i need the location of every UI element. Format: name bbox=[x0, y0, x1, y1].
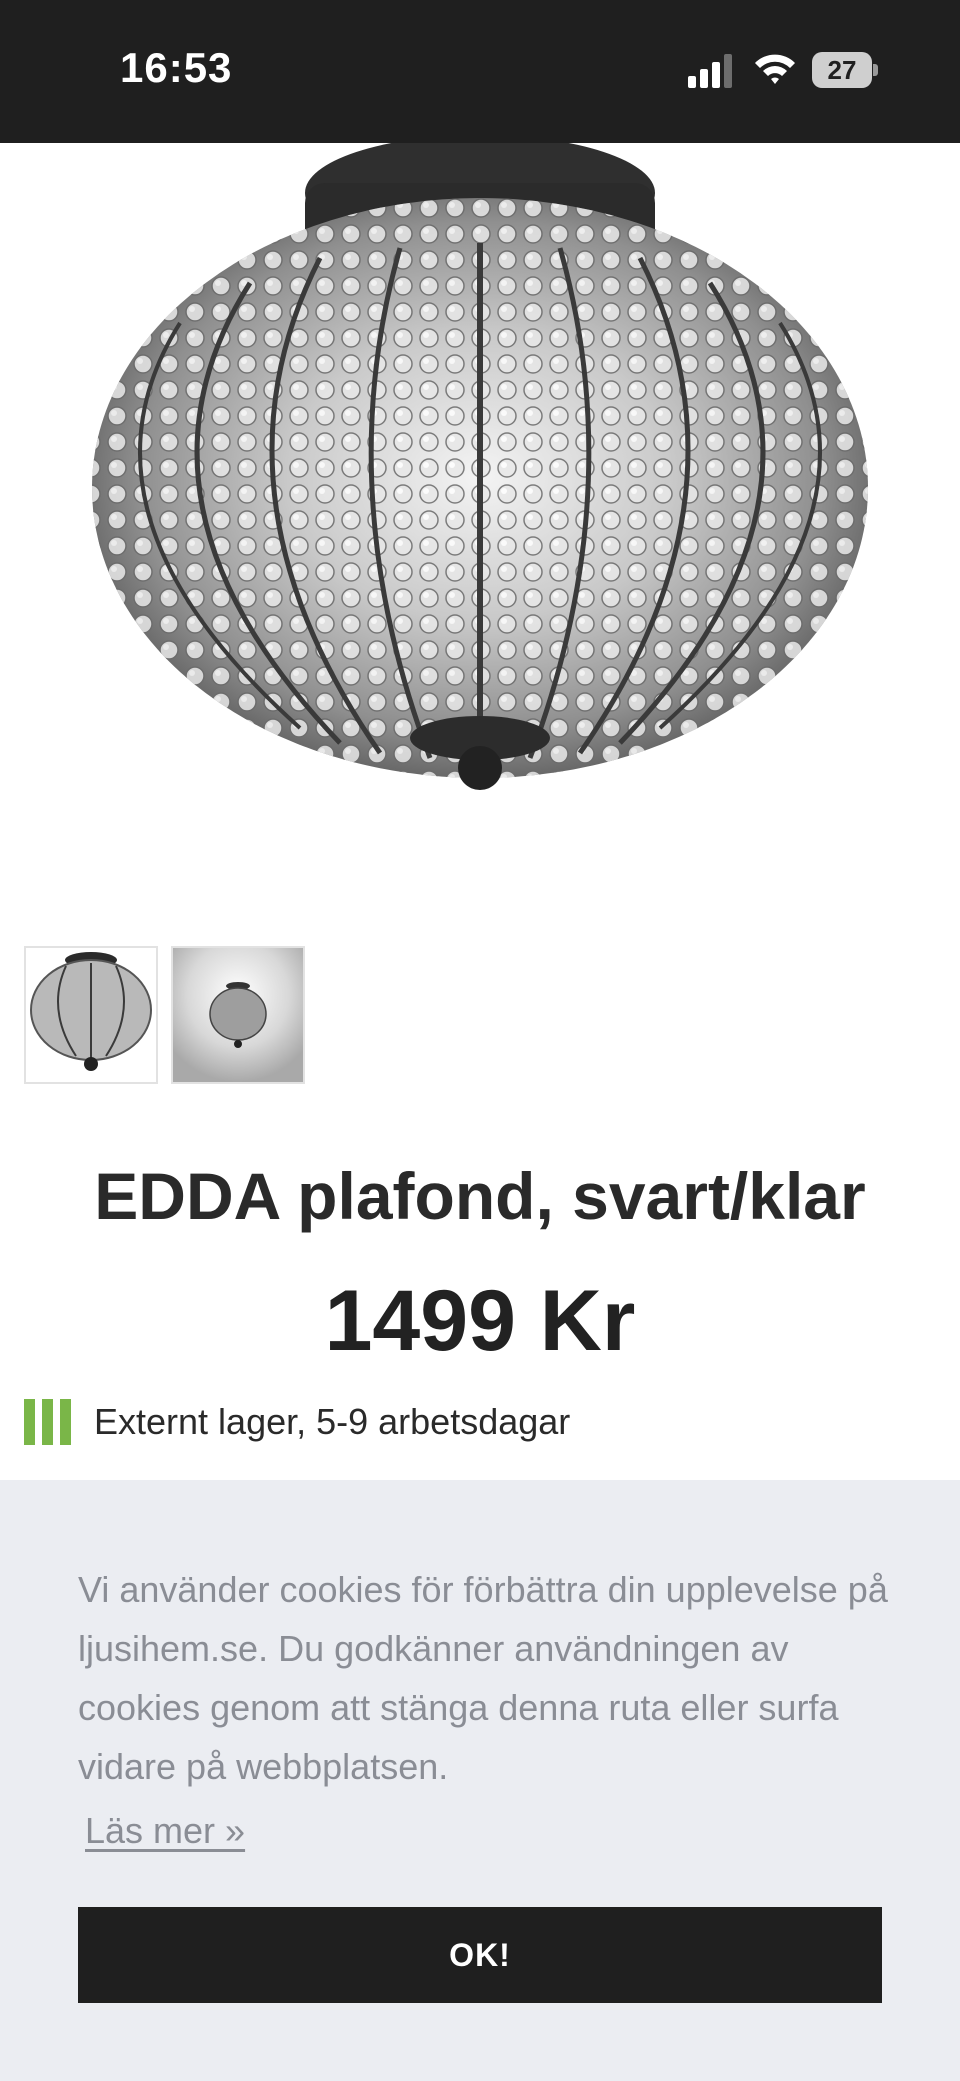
ok-button[interactable]: OK! bbox=[78, 1907, 882, 2003]
cookie-banner: Vi använder cookies för förbättra din up… bbox=[0, 1480, 960, 2081]
product-image[interactable] bbox=[0, 143, 960, 923]
stock-text: Externt lager, 5-9 arbetsdagar bbox=[94, 1401, 571, 1442]
wifi-icon bbox=[752, 50, 798, 88]
status-time: 16:53 bbox=[120, 44, 233, 91]
cookie-text: Vi använder cookies för förbättra din up… bbox=[78, 1569, 888, 1787]
product-price: 1499 Kr bbox=[324, 1273, 636, 1369]
thumbnail-1[interactable] bbox=[24, 946, 158, 1084]
lamp-thumbnail bbox=[30, 952, 152, 1071]
stock-status: Externt lager, 5-9 arbetsdagar bbox=[24, 1398, 570, 1446]
stock-bars-icon bbox=[24, 1399, 74, 1445]
battery-level: 27 bbox=[827, 55, 857, 85]
product-title: EDDA plafond, svart/klar bbox=[94, 1159, 866, 1233]
battery-icon: 27 bbox=[812, 52, 878, 88]
thumbnail-2[interactable] bbox=[171, 946, 305, 1084]
lamp-lit-thumbnail bbox=[173, 948, 303, 1082]
status-bar: 16:53 27 bbox=[0, 0, 960, 143]
signal-icon bbox=[688, 54, 736, 88]
read-more-link[interactable]: Läs mer » bbox=[85, 1810, 245, 1852]
lamp-product-image bbox=[92, 143, 868, 790]
